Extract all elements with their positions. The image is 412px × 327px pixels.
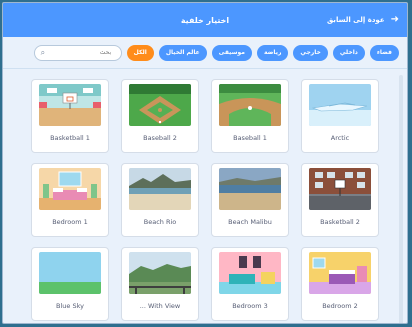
search-icon: ⌕ bbox=[40, 47, 46, 57]
bedroom-thumbnail bbox=[39, 168, 101, 210]
backdrop-tile-blue-sky[interactable]: Blue Sky bbox=[31, 247, 109, 321]
backdrop-name: Baseball 1 bbox=[233, 134, 267, 142]
beach-rio-thumbnail bbox=[129, 168, 191, 210]
backdrop-name: Basketball 1 bbox=[50, 134, 90, 142]
baseball-field-thumbnail bbox=[129, 84, 191, 126]
filter-sports[interactable]: رياضة bbox=[257, 44, 289, 61]
view-thumbnail bbox=[129, 252, 191, 294]
backdrop-name: Baseball 2 bbox=[143, 134, 177, 142]
filter-space[interactable]: فضاء bbox=[369, 44, 399, 61]
bedroom-thumbnail bbox=[309, 252, 371, 294]
library-header: اختيار خلفية عودة إلى السابق ➜ bbox=[3, 3, 407, 37]
scrollbar[interactable] bbox=[399, 75, 403, 323]
backdrop-tile-bedroom-3[interactable]: Bedroom 3 bbox=[211, 247, 289, 321]
backdrop-tile-basketball-1[interactable]: Basketball 1 bbox=[31, 79, 109, 153]
backdrop-tile-bedroom-1[interactable]: Bedroom 1 bbox=[31, 163, 109, 237]
filter-outdoors[interactable]: خارجي bbox=[293, 44, 328, 61]
search-box[interactable]: ⌕ bbox=[33, 44, 122, 61]
backdrop-grid: Basketball 1 Baseball 2 Baseball 1 Arcti… bbox=[3, 69, 407, 323]
backdrop-name: Beach Rio bbox=[143, 218, 177, 226]
library-title: اختيار خلفية bbox=[180, 15, 230, 25]
basketball-court-thumbnail bbox=[39, 84, 101, 126]
filter-bar: ⌕ الكل عالم الخيال موسيقى رياضة خارجي دا… bbox=[3, 37, 407, 69]
backdrop-library-window: اختيار خلفية عودة إلى السابق ➜ ⌕ الكل عا… bbox=[2, 2, 408, 324]
backdrop-tile-beach-rio[interactable]: Beach Rio bbox=[121, 163, 199, 237]
backdrop-name: Bedroom 1 bbox=[52, 218, 88, 226]
filter-all[interactable]: الكل bbox=[126, 44, 154, 61]
backdrop-name: Basketball 2 bbox=[320, 218, 360, 226]
backdrop-tile-beach-malibu[interactable]: Beach Malibu bbox=[211, 163, 289, 237]
backdrop-tile-basketball-2[interactable]: Basketball 2 bbox=[301, 163, 379, 237]
bedroom-thumbnail bbox=[219, 252, 281, 294]
beach-malibu-thumbnail bbox=[219, 168, 281, 210]
street-court-thumbnail bbox=[309, 168, 371, 210]
filter-fantasy[interactable]: عالم الخيال bbox=[158, 44, 207, 61]
backdrop-name: Bedroom 3 bbox=[232, 302, 268, 310]
arctic-thumbnail bbox=[309, 84, 371, 126]
backdrop-tile-with-view[interactable]: ... With View bbox=[121, 247, 199, 321]
backdrop-name: ... With View bbox=[139, 302, 181, 310]
backdrop-tile-bedroom-2[interactable]: Bedroom 2 bbox=[301, 247, 379, 321]
backdrop-name: Bedroom 2 bbox=[322, 302, 358, 310]
baseball-infield-thumbnail bbox=[219, 84, 281, 126]
backdrop-tile-baseball-1[interactable]: Baseball 1 bbox=[211, 79, 289, 153]
backdrop-name: Beach Malibu bbox=[228, 218, 272, 226]
backdrop-name: Arctic bbox=[330, 134, 350, 142]
backdrop-tile-baseball-2[interactable]: Baseball 2 bbox=[121, 79, 199, 153]
backdrop-name: Blue Sky bbox=[56, 302, 84, 310]
filter-indoors[interactable]: داخلي bbox=[332, 44, 365, 61]
filter-music[interactable]: موسيقى bbox=[211, 44, 252, 61]
blue-sky-thumbnail bbox=[39, 252, 101, 294]
backdrop-tile-arctic[interactable]: Arctic bbox=[301, 79, 379, 153]
search-input[interactable] bbox=[49, 48, 114, 57]
